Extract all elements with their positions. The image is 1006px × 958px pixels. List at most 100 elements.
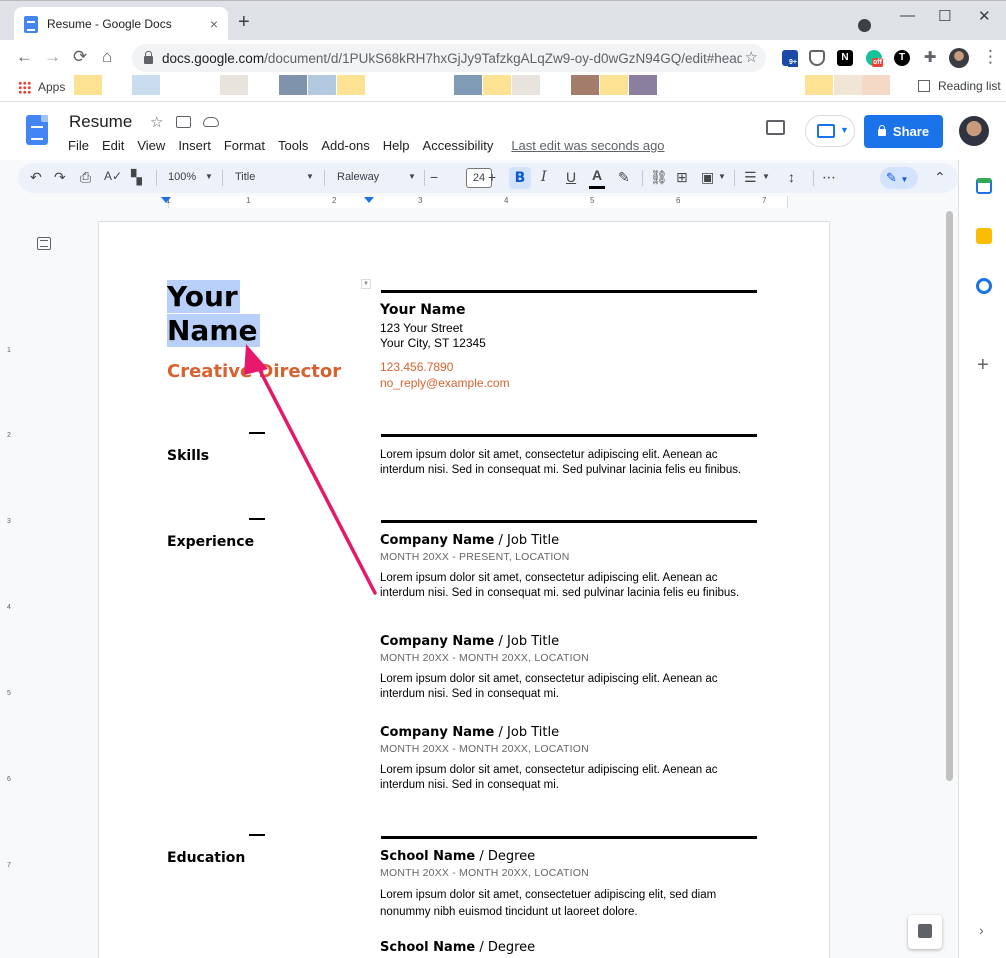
maximize-button[interactable]: ☐ xyxy=(938,7,951,25)
apps-bookmark[interactable]: Apps xyxy=(38,80,65,94)
right-indent-marker[interactable] xyxy=(364,197,374,203)
bold-button[interactable]: B xyxy=(509,167,531,189)
t-extension-icon[interactable]: T xyxy=(894,50,910,66)
tab-close-icon[interactable]: × xyxy=(210,16,218,32)
last-edit-link[interactable]: Last edit was seconds ago xyxy=(511,138,664,153)
zoom-select[interactable]: 100% xyxy=(168,171,196,183)
editing-mode-button[interactable]: ✎ ▼ xyxy=(880,167,918,189)
underline-button[interactable]: U xyxy=(566,169,576,185)
bookmark-item[interactable] xyxy=(512,75,540,95)
browser-tab-resume[interactable]: Resume - Google Docs × xyxy=(14,7,228,41)
print-icon[interactable]: ⎙ xyxy=(80,169,91,186)
menu-format[interactable]: Format xyxy=(224,138,265,153)
toolbar-divider xyxy=(156,170,157,186)
bookmark-item[interactable] xyxy=(629,75,657,95)
menu-edit[interactable]: Edit xyxy=(102,138,124,153)
back-button[interactable]: ← xyxy=(16,47,33,67)
line-spacing-icon[interactable]: ↕ xyxy=(788,169,795,185)
bookmark-item[interactable] xyxy=(805,75,833,95)
keep-icon[interactable] xyxy=(976,228,992,244)
account-avatar[interactable] xyxy=(959,116,989,146)
bookmark-star-icon[interactable]: ☆ xyxy=(745,48,758,66)
docs-logo-icon[interactable] xyxy=(26,115,48,145)
grammarly-icon[interactable]: off xyxy=(866,50,883,67)
extensions-puzzle-icon[interactable]: ✚ xyxy=(922,50,938,66)
redo-icon[interactable]: ↷ xyxy=(54,169,66,186)
bookmark-item[interactable] xyxy=(483,75,511,95)
menu-accessibility[interactable]: Accessibility xyxy=(423,138,494,153)
home-button[interactable]: ⌂ xyxy=(102,47,112,67)
cloud-status-icon[interactable] xyxy=(203,117,219,127)
bookmark-item[interactable] xyxy=(571,75,599,95)
bookmark-item[interactable] xyxy=(279,75,307,95)
reload-button[interactable]: ⟳ xyxy=(73,47,87,67)
add-addon-icon[interactable]: + xyxy=(977,354,989,377)
ruler-number: 7 xyxy=(762,196,767,205)
calendar-icon[interactable] xyxy=(976,178,992,194)
collapse-toolbar-icon[interactable]: ⌃ xyxy=(934,169,946,186)
add-comment-icon[interactable]: ⊞ xyxy=(676,169,688,186)
tab-search-icon[interactable] xyxy=(858,19,871,32)
bookmark-item[interactable] xyxy=(132,75,160,95)
highlight-pen-icon[interactable]: ✎ xyxy=(618,169,630,186)
reading-list-button[interactable]: Reading list xyxy=(918,79,1001,93)
browser-menu-icon[interactable]: ⋮ xyxy=(982,47,999,67)
bookmark-item[interactable] xyxy=(220,75,248,95)
text-color-button[interactable]: A xyxy=(589,167,605,189)
chevron-right-icon[interactable]: › xyxy=(979,922,984,938)
vertical-ruler[interactable]: 1 2 3 4 5 6 7 xyxy=(4,209,16,958)
bookmark-item[interactable] xyxy=(337,75,365,95)
extension-badge-icon[interactable]: 9+ xyxy=(782,50,798,67)
menu-tools[interactable]: Tools xyxy=(278,138,308,153)
italic-button[interactable]: I xyxy=(541,169,547,185)
tasks-icon[interactable] xyxy=(976,278,992,294)
insert-link-icon[interactable]: ⛓ xyxy=(650,169,668,186)
vertical-scrollbar[interactable] xyxy=(943,209,955,958)
spellcheck-icon[interactable]: A✓ xyxy=(104,169,122,183)
bookmark-item[interactable] xyxy=(308,75,336,95)
minimize-button[interactable]: — xyxy=(900,7,915,24)
menu-add-ons[interactable]: Add-ons xyxy=(321,138,369,153)
scrollbar-thumb[interactable] xyxy=(946,211,953,781)
insert-image-icon[interactable]: ▣ xyxy=(701,169,714,186)
google-docs-favicon-icon xyxy=(24,15,38,33)
document-canvas[interactable]: ▼ Your Name Creative Director Your Name … xyxy=(18,209,957,958)
move-folder-icon[interactable] xyxy=(176,116,191,128)
decrease-font-size-button[interactable]: − xyxy=(430,169,438,185)
increase-font-size-button[interactable]: + xyxy=(488,169,496,185)
bookmark-item[interactable] xyxy=(454,75,482,95)
ruler-number: 2 xyxy=(332,196,337,205)
bookmark-item[interactable] xyxy=(600,75,628,95)
present-button[interactable]: ▼ xyxy=(805,115,855,147)
horizontal-ruler[interactable]: 1 1 2 3 4 5 6 7 xyxy=(18,195,958,209)
forward-button[interactable]: → xyxy=(44,47,61,67)
profile-avatar[interactable] xyxy=(949,48,969,68)
undo-icon[interactable]: ↶ xyxy=(30,169,42,186)
font-select[interactable]: Raleway xyxy=(337,171,379,183)
ruler-number: 2 xyxy=(7,432,11,439)
notion-icon[interactable]: N xyxy=(837,50,853,66)
apps-grid-icon[interactable] xyxy=(18,81,31,94)
lock-icon xyxy=(877,125,886,136)
bookmark-item[interactable] xyxy=(74,75,102,95)
bookmark-item[interactable] xyxy=(834,75,862,95)
address-bar[interactable]: docs.google.com/document/d/1PUkS68kRH7hx… xyxy=(132,44,766,72)
present-icon xyxy=(817,124,835,138)
share-button[interactable]: Share xyxy=(864,115,943,148)
menu-view[interactable]: View xyxy=(137,138,165,153)
explore-button[interactable] xyxy=(908,915,942,949)
bookmark-item[interactable] xyxy=(862,75,890,95)
menu-help[interactable]: Help xyxy=(383,138,410,153)
comment-history-icon[interactable] xyxy=(766,120,785,135)
close-window-button[interactable]: ✕ xyxy=(978,7,991,25)
paragraph-style-select[interactable]: Title xyxy=(235,171,255,183)
document-title[interactable]: Resume xyxy=(69,112,132,132)
pocket-icon[interactable] xyxy=(809,50,825,66)
align-left-icon[interactable]: ☰ xyxy=(744,169,757,186)
more-options-icon[interactable]: ⋯ xyxy=(822,169,836,186)
new-tab-button[interactable]: + xyxy=(238,11,250,34)
menu-insert[interactable]: Insert xyxy=(178,138,211,153)
star-icon[interactable]: ☆ xyxy=(150,113,163,131)
paint-format-icon[interactable]: ▚ xyxy=(131,169,142,186)
menu-file[interactable]: File xyxy=(68,138,89,153)
